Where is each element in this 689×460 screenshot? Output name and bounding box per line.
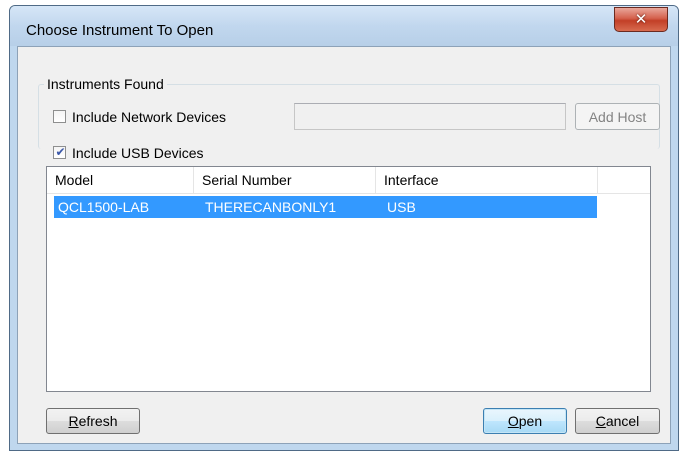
checkmark-icon: ✔: [55, 145, 66, 159]
include-network-devices-checkbox[interactable]: Include Network Devices: [53, 108, 293, 126]
usb-checkbox-box[interactable]: ✔: [53, 145, 66, 159]
column-header-interface[interactable]: Interface: [376, 167, 598, 193]
open-accelerator: O: [507, 413, 519, 429]
dialog-window: Choose Instrument To Open ✕ Instruments …: [9, 5, 679, 451]
host-address-input[interactable]: [294, 103, 566, 130]
cancel-accelerator: C: [595, 413, 606, 429]
window-title: Choose Instrument To Open: [26, 22, 214, 39]
network-checkbox-box[interactable]: [53, 110, 66, 123]
cancel-label: ancel: [605, 413, 640, 429]
refresh-button[interactable]: Refresh: [46, 408, 140, 434]
cell-model: QCL1500-LAB: [58, 199, 150, 215]
include-usb-devices-checkbox[interactable]: ✔ Include USB Devices: [53, 144, 253, 162]
column-header-serial-number[interactable]: Serial Number: [194, 167, 376, 193]
open-label: pen: [518, 413, 543, 429]
usb-checkbox-label[interactable]: Include USB Devices: [72, 144, 204, 162]
instrument-list[interactable]: Model Serial Number Interface QCL1500-LA…: [46, 166, 651, 392]
table-row[interactable]: QCL1500-LAB THERECANBONLY1 USB: [54, 196, 597, 218]
close-button[interactable]: ✕: [614, 7, 668, 32]
cancel-button[interactable]: Cancel: [575, 408, 660, 434]
column-header-model[interactable]: Model: [47, 167, 194, 193]
cell-interface: USB: [387, 199, 416, 215]
open-button[interactable]: Open: [483, 408, 567, 434]
cell-serial-number: THERECANBONLY1: [205, 199, 337, 215]
add-host-button[interactable]: Add Host: [575, 103, 660, 130]
title-bar[interactable]: Choose Instrument To Open ✕: [10, 6, 678, 46]
close-icon: ✕: [634, 10, 648, 28]
refresh-accelerator: R: [68, 413, 79, 429]
list-header: Model Serial Number Interface: [47, 167, 650, 194]
group-legend: Instruments Found: [44, 76, 167, 92]
network-checkbox-label[interactable]: Include Network Devices: [72, 108, 226, 126]
column-header-filler: [598, 167, 650, 193]
dialog-client-area: Instruments Found Include Network Device…: [17, 46, 671, 444]
refresh-label: efresh: [78, 413, 118, 429]
